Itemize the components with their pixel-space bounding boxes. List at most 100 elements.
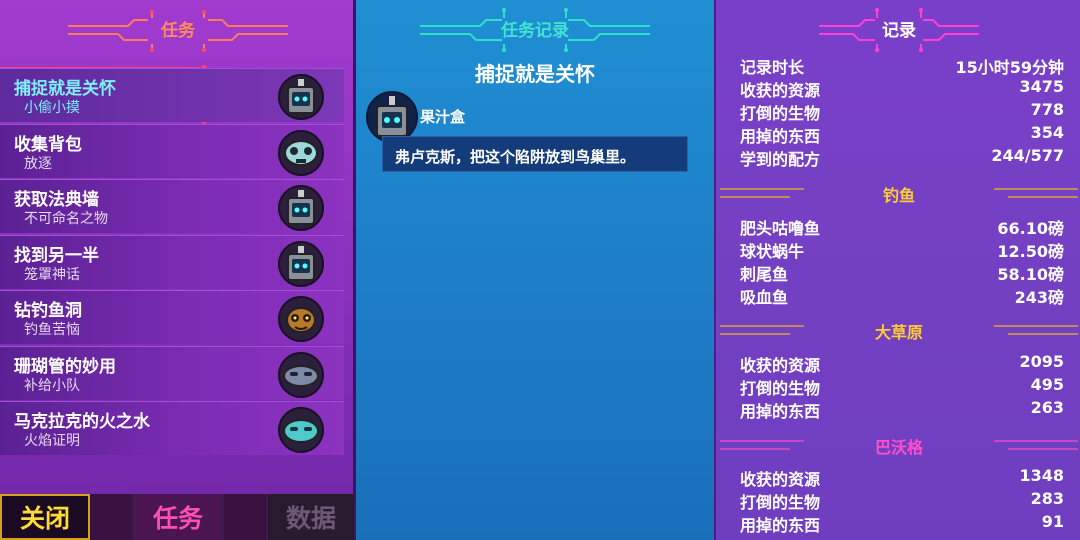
quest-title: 捕捉就是关怀 [14, 79, 116, 99]
stat-label: 打倒的生物 [740, 379, 821, 398]
stat-value: 2095 [1019, 352, 1064, 371]
close-button[interactable]: 关闭 [0, 494, 90, 540]
stat-label: 记录时长 [740, 58, 805, 77]
stat-row: 收获的资源 1348 [740, 466, 1064, 489]
stat-value: 244/577 [991, 146, 1064, 165]
quest-item[interactable]: 获取法典墙 不可命名之物 [0, 179, 344, 233]
quest-log-panel: 任务记录 捕捉就是关怀 果汁盒 弗卢克斯，把这个陷阱放到鸟巢里。 [356, 0, 714, 540]
stat-label: 吸血鱼 [740, 288, 789, 307]
tab-spacer [90, 494, 134, 540]
quest-title: 钻钓鱼洞 [14, 301, 82, 321]
juicebox-robot-icon [278, 74, 324, 120]
line-decoration-icon [720, 188, 804, 198]
stat-value: 91 [1041, 512, 1064, 531]
stat-label: 学到的配方 [740, 150, 821, 169]
quest-subtitle: 补给小队 [24, 377, 80, 394]
line-decoration-icon [994, 188, 1078, 198]
stat-value: 58.10磅 [997, 265, 1064, 284]
stat-row: 学到的配方 244/577 [740, 146, 1064, 169]
juicebox-robot-icon [278, 185, 324, 231]
stat-value: 1348 [1019, 466, 1064, 485]
line-decoration-icon [994, 325, 1078, 335]
stat-value: 778 [1030, 100, 1064, 119]
stat-value: 15小时59分钟 [955, 58, 1064, 77]
quest-log-header: 任务记录 [356, 0, 714, 56]
stat-value: 263 [1030, 398, 1064, 417]
stat-row: 打倒的生物 495 [740, 375, 1064, 398]
quest-item[interactable]: 找到另一半 笼罩神话 [0, 234, 344, 289]
section-title: 巴沃格 [874, 438, 923, 457]
quest-title: 收集背包 [14, 134, 82, 155]
section-header-fishing: 钓鱼 [716, 181, 1080, 205]
line-decoration-icon [720, 325, 804, 335]
quest-title: 珊瑚管的妙用 [14, 356, 116, 377]
stat-label: 刺尾鱼 [740, 265, 789, 284]
quest-item[interactable]: 收集背包 放逐 [0, 123, 344, 178]
juicebox-robot-icon [278, 240, 324, 287]
panel-title: 记录 [882, 20, 916, 41]
quest-list-panel: 任务 捕捉就是关怀 小偷小摸 收集背包 放逐 获取法典墙 不可命名之物 找到另一… [0, 0, 356, 540]
tab-quests[interactable]: 任务 [134, 494, 224, 540]
stat-row: 用掉的东西 91 [740, 512, 1064, 535]
section-title: 大草原 [874, 323, 923, 342]
stat-row: 用掉的东西 263 [740, 398, 1064, 421]
stat-value: 283 [1030, 489, 1064, 508]
stat-label: 打倒的生物 [740, 104, 821, 123]
quest-item[interactable]: 马克拉克的火之水 火焰证明 [0, 401, 344, 455]
bottom-tab-bar: 关闭 任务 数据 [0, 494, 356, 540]
dog-creature-icon [278, 296, 324, 342]
stat-value: 3475 [1019, 77, 1064, 96]
quest-subtitle: 小偷小摸 [24, 100, 80, 116]
quest-item[interactable]: 捕捉就是关怀 小偷小摸 [0, 68, 344, 122]
stat-row: 记录时长 15小时59分钟 [740, 54, 1064, 77]
stat-label: 球状蜗牛 [740, 242, 805, 261]
stat-row: 刺尾鱼 58.10磅 [740, 261, 1064, 284]
stat-value: 12.50磅 [997, 242, 1064, 261]
line-decoration-icon [994, 440, 1078, 450]
stat-value: 243磅 [1014, 288, 1064, 307]
stat-value: 66.10磅 [997, 219, 1064, 238]
slug-creature-icon [278, 351, 324, 398]
quest-subtitle: 笼罩神话 [24, 266, 80, 283]
stat-row: 收获的资源 2095 [740, 352, 1064, 375]
quest-subtitle: 钓鱼苦恼 [24, 322, 80, 338]
teal-slug-icon [278, 407, 324, 453]
stat-value: 495 [1030, 375, 1064, 394]
npc-name: 果汁盒 [420, 108, 466, 126]
section-title: 钓鱼 [882, 186, 915, 205]
quest-subtitle: 火焰证明 [24, 433, 80, 449]
stat-row: 用掉的东西 354 [740, 123, 1064, 146]
stat-label: 用掉的东西 [740, 402, 821, 421]
tab-data[interactable]: 数据 [268, 494, 356, 540]
dialog-box: 弗卢克斯，把这个陷阱放到鸟巢里。 [382, 136, 688, 172]
stat-row: 肥头咕噜鱼 66.10磅 [740, 215, 1064, 238]
section-header-savanna: 大草原 [716, 318, 1080, 342]
stat-row: 打倒的生物 778 [740, 100, 1064, 123]
stat-row: 收获的资源 3475 [740, 77, 1064, 100]
stat-label: 用掉的东西 [740, 127, 821, 146]
stat-label: 收获的资源 [740, 470, 821, 489]
skull-creature-icon [278, 129, 324, 176]
quest-title: 获取法典墙 [14, 190, 99, 210]
panel-title: 任务记录 [501, 20, 569, 41]
quest-item[interactable]: 钻钓鱼洞 钓鱼苦恼 [0, 290, 344, 344]
line-decoration-icon [720, 440, 804, 450]
stats-header: 记录 [716, 0, 1080, 56]
section-header-bawg: 巴沃格 [716, 433, 1080, 457]
tab-spacer [224, 494, 268, 540]
quest-title: 找到另一半 [14, 245, 99, 266]
stat-label: 收获的资源 [740, 81, 821, 100]
stat-row: 打倒的生物 283 [740, 489, 1064, 512]
quest-list: 捕捉就是关怀 小偷小摸 收集背包 放逐 获取法典墙 不可命名之物 找到另一半 笼… [0, 68, 344, 457]
stat-label: 用掉的东西 [740, 516, 821, 535]
stat-row: 球状蜗牛 12.50磅 [740, 238, 1064, 261]
quest-title: 捕捉就是关怀 [475, 62, 595, 86]
quest-title: 马克拉克的火之水 [14, 412, 150, 432]
quest-item[interactable]: 珊瑚管的妙用 补给小队 [0, 345, 344, 400]
stat-value: 354 [1030, 123, 1064, 142]
stat-label: 收获的资源 [740, 356, 821, 375]
quest-panel-header: 任务 [0, 0, 356, 56]
stats-panel: 记录 记录时长 15小时59分钟 收获的资源 3475 打倒的生物 778 用掉的东西… [714, 0, 1080, 540]
stat-row: 吸血鱼 243磅 [740, 284, 1064, 307]
panel-title: 任务 [161, 20, 195, 41]
